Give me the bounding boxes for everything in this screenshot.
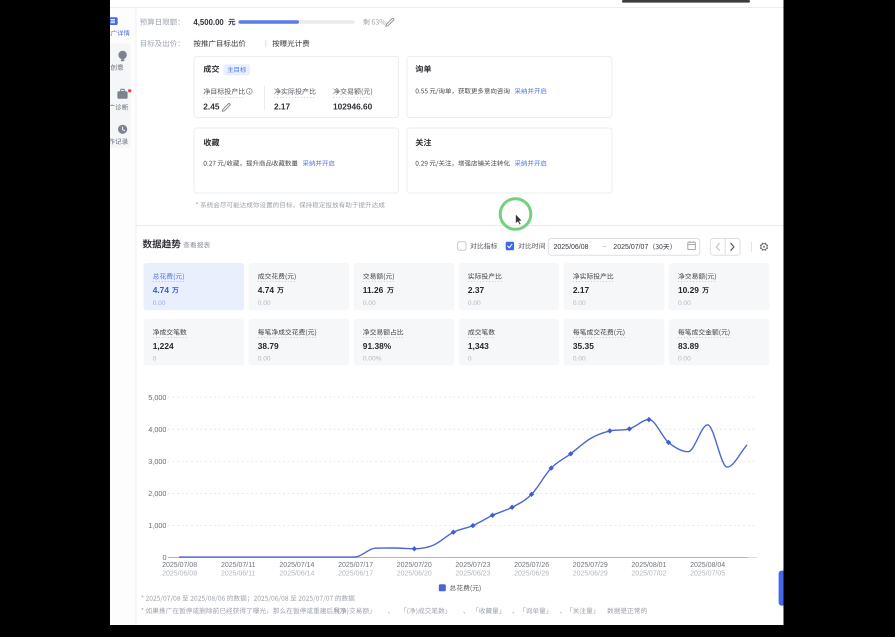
svg-text:83.89: 83.89	[678, 341, 699, 351]
svg-text:2025/06/14: 2025/06/14	[279, 571, 314, 578]
svg-text:1,224: 1,224	[153, 341, 174, 351]
svg-text:2025/07/29: 2025/07/29	[573, 562, 608, 569]
svg-text:2025/06/08: 2025/06/08	[554, 244, 589, 251]
svg-text:2.45: 2.45	[203, 101, 220, 111]
svg-text:1,343: 1,343	[468, 341, 489, 351]
svg-text:0.00: 0.00	[573, 356, 586, 363]
svg-text:10.29: 10.29	[678, 285, 699, 295]
svg-text:0: 0	[153, 356, 157, 363]
svg-text:91.38%: 91.38%	[363, 341, 392, 351]
svg-text:2025/08/04: 2025/08/04	[690, 562, 725, 569]
svg-text:2025/07/17: 2025/07/17	[338, 562, 373, 569]
svg-text:2025/06/20: 2025/06/20	[397, 571, 432, 578]
svg-text:2025/07/20: 2025/07/20	[397, 562, 432, 569]
svg-text:2025/07/02: 2025/07/02	[631, 571, 666, 578]
svg-text:4.74: 4.74	[258, 285, 275, 295]
svg-text:4,500.00: 4,500.00	[193, 18, 224, 27]
svg-text:2025/08/01: 2025/08/01	[631, 562, 666, 569]
svg-text:2025/07/11: 2025/07/11	[221, 562, 256, 569]
svg-text:4,000: 4,000	[148, 425, 166, 434]
svg-text:0.00%: 0.00%	[363, 356, 382, 363]
svg-text:2025/06/17: 2025/06/17	[338, 571, 373, 578]
svg-text:0.00: 0.00	[573, 300, 586, 307]
svg-text:2.37: 2.37	[468, 285, 485, 295]
svg-text:2.17: 2.17	[573, 285, 590, 295]
svg-text:~: ~	[602, 244, 606, 251]
svg-text:102946.60: 102946.60	[333, 101, 373, 111]
svg-text:0.00: 0.00	[258, 300, 271, 307]
svg-text:0: 0	[468, 356, 472, 363]
svg-text:0.00: 0.00	[678, 356, 691, 363]
svg-text:2025/06/29: 2025/06/29	[573, 571, 608, 578]
svg-text:3,000: 3,000	[148, 457, 166, 466]
svg-text:2.17: 2.17	[274, 101, 291, 111]
svg-text:1,000: 1,000	[148, 521, 166, 530]
svg-text:2025/06/11: 2025/06/11	[221, 571, 256, 578]
svg-text:2025/07/05: 2025/07/05	[690, 571, 725, 578]
svg-text:0.00: 0.00	[153, 300, 166, 307]
svg-text:2025/07/08: 2025/07/08	[162, 562, 197, 569]
svg-text:35.35: 35.35	[573, 341, 594, 351]
svg-text:2025/07/23: 2025/07/23	[455, 562, 490, 569]
svg-text:2025/07/26: 2025/07/26	[514, 562, 549, 569]
svg-text:2025/07/14: 2025/07/14	[279, 562, 314, 569]
svg-text:11.26: 11.26	[363, 285, 384, 295]
svg-text:4.74: 4.74	[153, 285, 170, 295]
svg-text:0.00: 0.00	[258, 356, 271, 363]
svg-text:38.79: 38.79	[258, 341, 279, 351]
svg-text:2025/06/23: 2025/06/23	[455, 571, 490, 578]
svg-text:2,000: 2,000	[148, 489, 166, 498]
svg-text:2025/07/07: 2025/07/07	[613, 244, 648, 251]
svg-text:0: 0	[162, 553, 166, 562]
svg-text:2025/06/26: 2025/06/26	[514, 571, 549, 578]
svg-text:5,000: 5,000	[148, 393, 166, 402]
svg-text:0.00: 0.00	[468, 300, 481, 307]
svg-text:2025/06/08: 2025/06/08	[162, 571, 197, 578]
svg-text:0.00: 0.00	[363, 300, 376, 307]
svg-text:0.00: 0.00	[678, 300, 691, 307]
